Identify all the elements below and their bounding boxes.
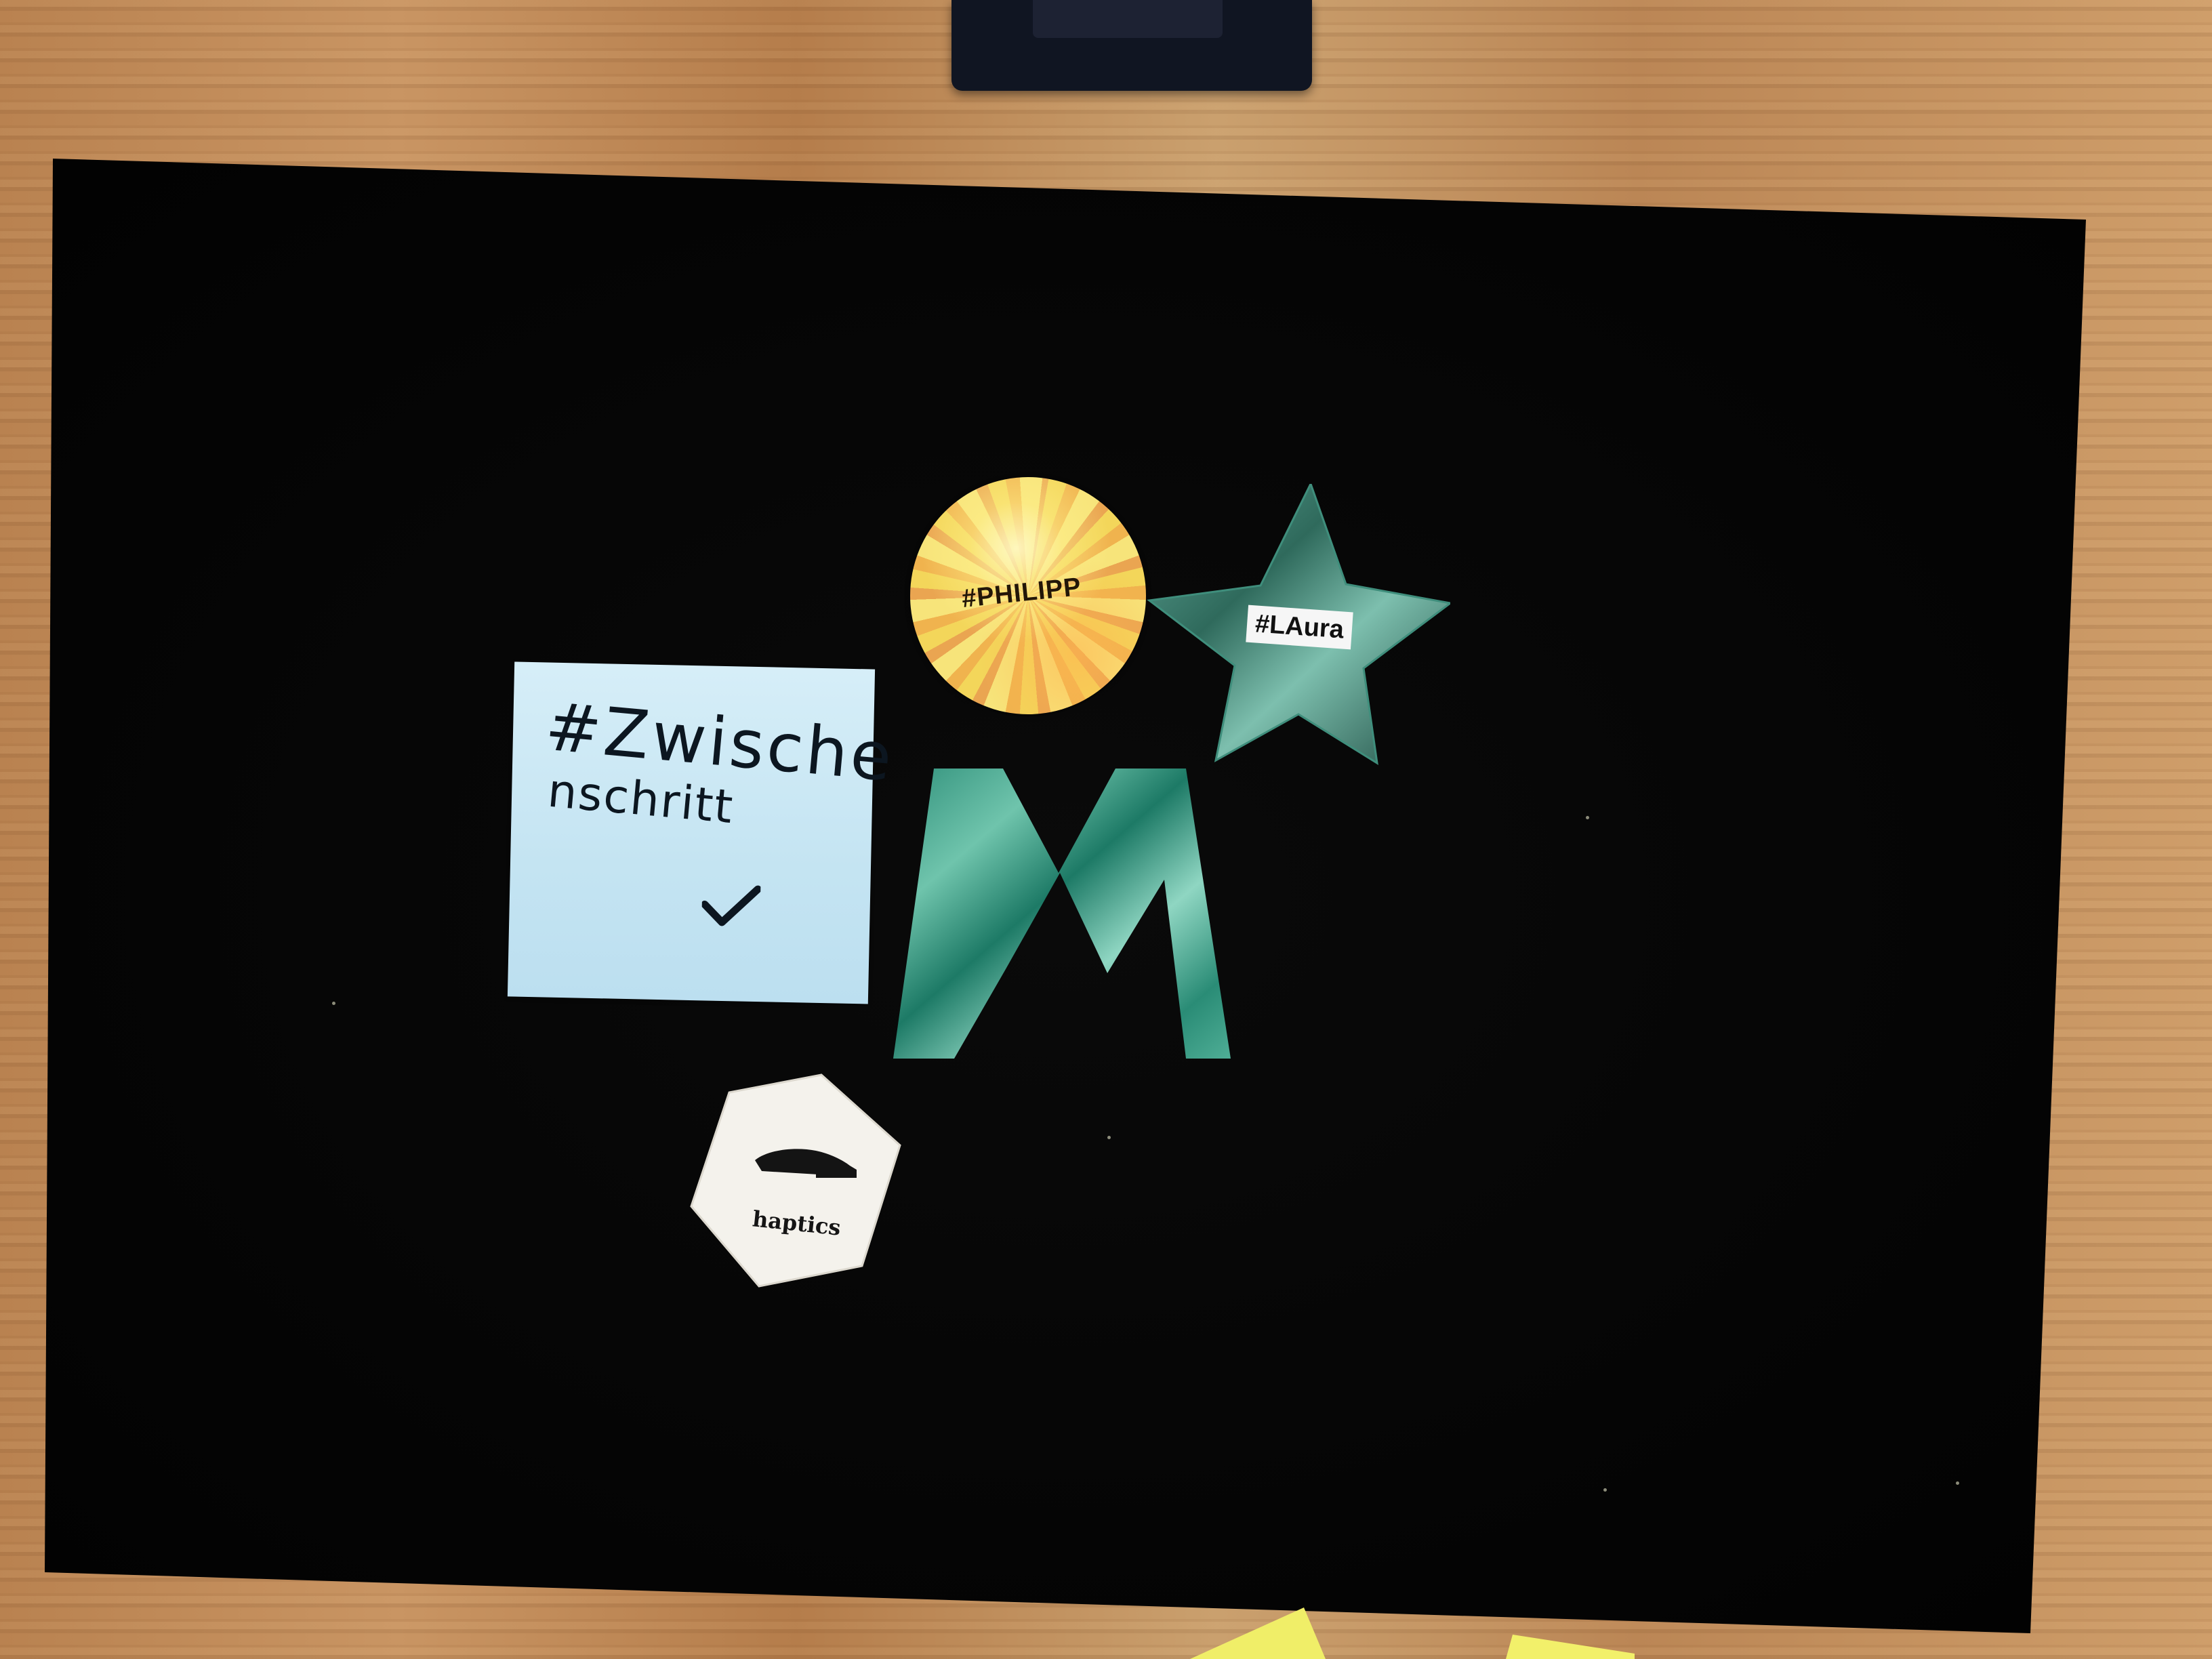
yellow-note-left bbox=[1190, 1607, 1326, 1659]
yellow-notes bbox=[1190, 1607, 1635, 1659]
yellow-note-right bbox=[1506, 1635, 1635, 1659]
